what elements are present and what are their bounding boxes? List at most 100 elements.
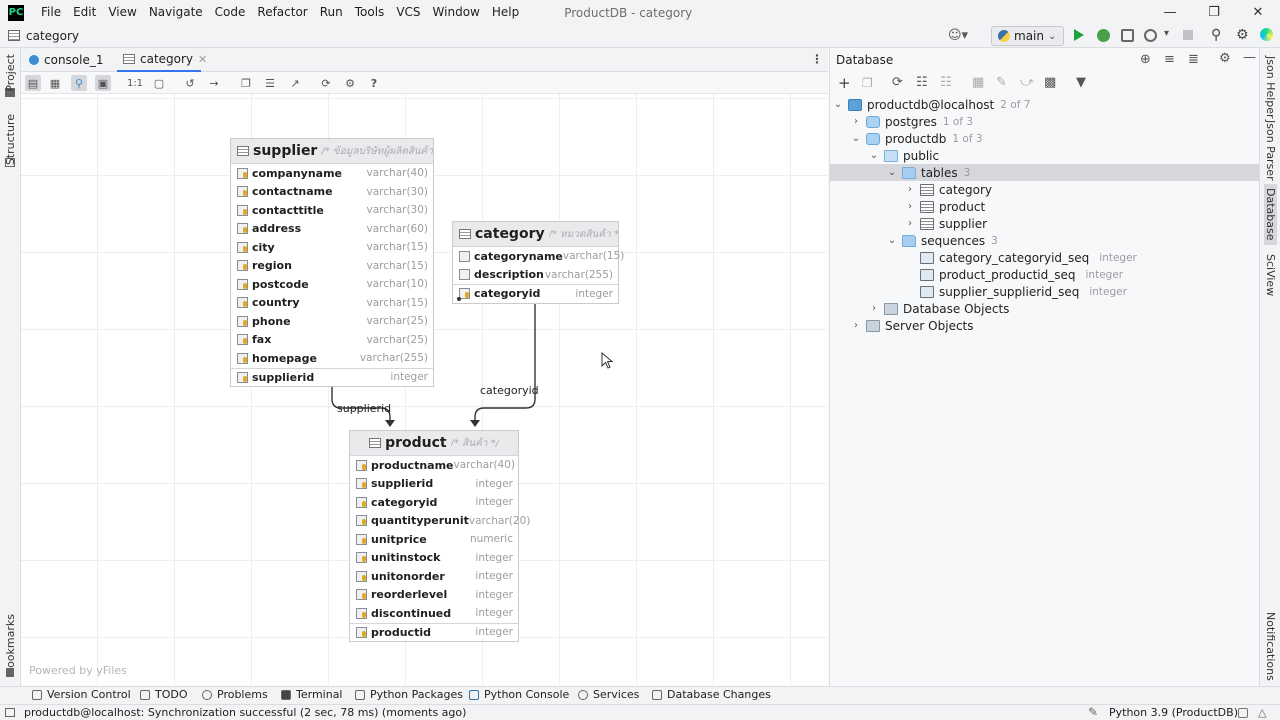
user-icon[interactable]: ☺▾ [948,28,968,43]
tree-database-postgres[interactable]: › postgres 1 of 3 [830,113,1260,130]
chevron-down-icon[interactable]: ⌄ [886,167,898,178]
disconnect-icon[interactable]: ☷ [940,75,952,90]
menu-window[interactable]: Window [428,0,487,25]
event-icon[interactable]: △ [1258,706,1266,719]
filter-icon[interactable]: ▼ [1076,75,1086,90]
tree-connection[interactable]: ⌄ productdb@localhost 2 of 7 [830,96,1260,113]
menu-file[interactable]: File [36,0,68,25]
chevron-right-icon[interactable]: › [868,303,880,314]
chevron-right-icon[interactable]: › [904,184,916,195]
profile-icon[interactable] [1144,29,1157,42]
json-parser-tool-tab[interactable]: Json Parser [1264,120,1277,181]
help-button[interactable]: ? [366,75,382,91]
menu-code[interactable]: Code [210,0,253,25]
tab-category[interactable]: category ✕ [117,48,207,72]
tool-tab-python-packages[interactable]: Python Packages [355,688,463,701]
chevron-down-icon[interactable]: ⌄ [832,99,844,110]
tree-sequence[interactable]: supplier_supplierid_seq integer [830,283,1260,300]
tool-tab-terminal[interactable]: Terminal [281,688,343,701]
status-toggle-icon[interactable] [5,708,15,717]
settings-gear-icon[interactable]: ⚙ [1236,27,1249,43]
tree-table-product[interactable]: › product [830,198,1260,215]
tab-console-1[interactable]: console_1 [29,48,113,72]
coverage-icon[interactable] [1121,29,1134,42]
menu-help[interactable]: Help [487,0,526,25]
arrow-icon[interactable]: → [206,75,222,91]
actual-size-button[interactable]: 1:1 [127,75,143,91]
tree-server-objects[interactable]: › Server Objects [830,317,1260,334]
notifications-tool-tab[interactable]: Notifications [1264,612,1277,681]
panel-settings-icon[interactable]: ⚙ [1219,51,1231,66]
table-node-category[interactable]: category /* หมวดสินค้า */ categoryname va… [452,221,624,304]
sciview-tool-tab[interactable]: SciView [1264,254,1277,296]
jump-icon[interactable]: ⤻ [1020,75,1034,90]
project-tool-tab[interactable]: Project [4,54,17,92]
tree-schema-public[interactable]: ⌄ public [830,147,1260,164]
tree-table-category[interactable]: › category [830,181,1260,198]
schema-sync-icon[interactable]: ☷ [916,75,928,90]
console-icon[interactable]: ▩ [1044,75,1056,90]
chevron-down-icon[interactable]: ⌄ [850,133,862,144]
breadcrumb[interactable]: category [26,29,79,43]
tree-folder-sequences[interactable]: ⌄ sequences 3 [830,232,1260,249]
hide-panel-icon[interactable]: — [1243,50,1256,65]
close-tab-icon[interactable]: ✕ [198,53,207,66]
tool-tab-python-console[interactable]: Python Console [469,688,569,701]
tree-folder-tables[interactable]: ⌄ tables 3 [830,164,1260,181]
stop-icon[interactable] [1183,30,1193,40]
menu-view[interactable]: View [103,0,143,25]
chevron-right-icon[interactable]: › [904,218,916,229]
show-fields-icon[interactable]: ▤ [25,75,41,91]
bookmarks-tool-tab[interactable]: Bookmarks [4,614,17,675]
show-comments-icon[interactable]: ▣ [95,75,111,91]
maximize-icon[interactable]: ❐ [1192,0,1236,25]
refresh-icon[interactable]: ⟳ [318,75,334,91]
debug-icon[interactable] [1097,29,1110,42]
toolbox-icon[interactable] [1260,28,1273,41]
copy-icon[interactable]: ❐ [238,75,254,91]
menu-vcs[interactable]: VCS [391,0,427,25]
export-icon[interactable]: ↗ [287,75,303,91]
minimize-icon[interactable]: — [1148,0,1192,25]
layout-icon[interactable]: ☰ [262,75,278,91]
duplicate-icon[interactable]: ❐ [862,76,873,90]
collapse-all-icon[interactable]: ≣ [1188,52,1199,67]
search-icon[interactable]: ⚲ [1211,27,1221,43]
tree-table-supplier[interactable]: › supplier [830,215,1260,232]
fit-content-icon[interactable]: ▢ [151,75,167,91]
structure-tool-tab[interactable]: Structure [4,114,17,165]
chevron-right-icon[interactable]: › [850,320,862,331]
table-node-product[interactable]: product /* สินค้า */ productname varchar(… [349,430,530,642]
close-icon[interactable]: ✕ [1236,0,1280,25]
expand-all-icon[interactable]: ≡ [1164,52,1175,67]
menu-edit[interactable]: Edit [68,0,103,25]
status-message[interactable]: productdb@localhost: Synchronization suc… [24,706,466,719]
tool-tab-version-control[interactable]: Version Control [32,688,131,701]
database-tool-tab[interactable]: Database [1264,184,1277,245]
menu-run[interactable]: Run [315,0,350,25]
chevron-right-icon[interactable]: › [904,201,916,212]
chevron-down-icon[interactable]: ⌄ [886,235,898,246]
tree-database-objects[interactable]: › Database Objects [830,300,1260,317]
chevron-right-icon[interactable]: › [850,116,862,127]
tree-sequence[interactable]: product_productid_seq integer [830,266,1260,283]
tool-tab-todo[interactable]: TODO [140,688,188,701]
lock-icon[interactable] [1238,708,1248,718]
menu-refactor[interactable]: Refactor [252,0,314,25]
run-icon[interactable] [1074,29,1084,41]
tool-tab-database-changes[interactable]: Database Changes [652,688,771,701]
add-icon[interactable]: + [838,74,851,92]
more-run-chevron-icon[interactable]: ▾ [1164,28,1169,39]
python-interpreter[interactable]: Python 3.9 (ProductDB) [1109,706,1238,719]
show-keys-icon[interactable]: ⚲ [71,75,87,91]
edit-icon[interactable]: ✎ [996,75,1007,90]
edge-routing-icon[interactable]: ↺ [182,75,198,91]
settings-icon[interactable]: ⚙ [342,75,358,91]
more-options-icon[interactable]: ⋮ [811,52,823,66]
refresh-icon[interactable]: ⟳ [892,75,903,90]
tree-sequence[interactable]: category_categoryid_seq integer [830,249,1260,266]
table-node-supplier[interactable]: supplier /* ข้อมูลบริษัทผู้ผลิตสินค้า */… [230,138,434,387]
menu-navigate[interactable]: Navigate [144,0,210,25]
diagram-canvas[interactable]: supplierid categoryid supplier /* ข้อมูล… [21,94,828,685]
branch-selector[interactable]: main ⌄ [991,26,1064,46]
